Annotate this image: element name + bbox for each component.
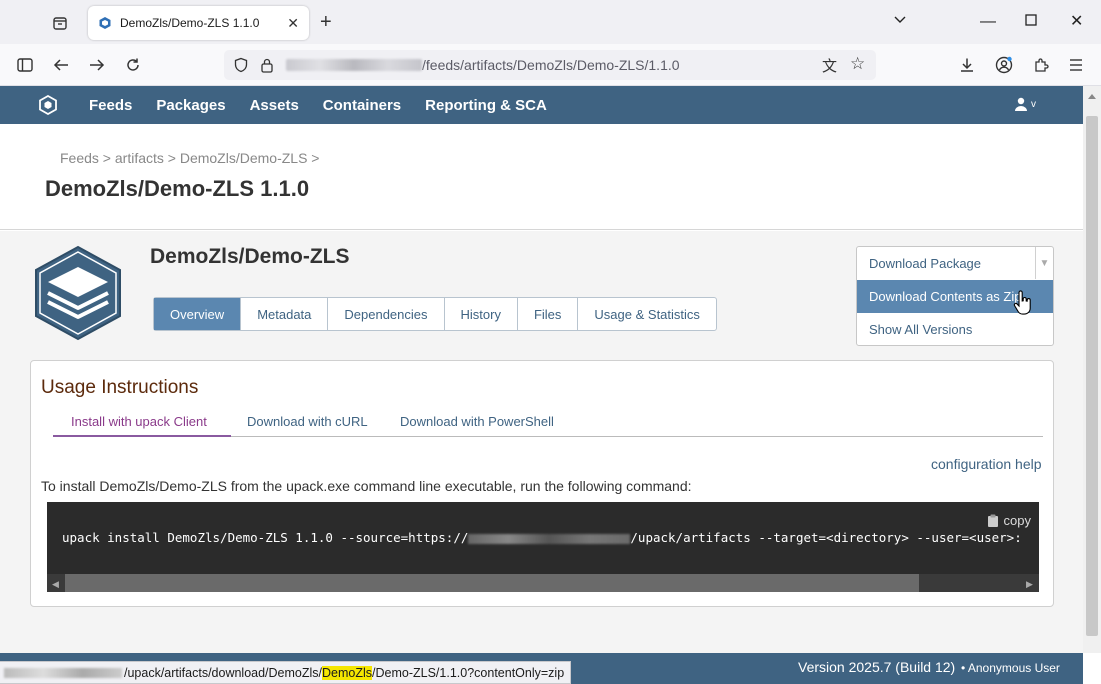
subtab-curl[interactable]: Download with cURL	[247, 414, 368, 429]
download-zip-label: Download Contents as Zip	[869, 289, 1022, 304]
tab-list-icon[interactable]	[48, 12, 72, 34]
active-subtab-underline	[53, 435, 231, 437]
tab-history[interactable]: History	[445, 298, 518, 330]
back-icon[interactable]	[50, 54, 72, 76]
dropdown-caret-icon[interactable]: ▼	[1035, 247, 1053, 279]
status-url-pre: /upack/artifacts/download/DemoZls/	[124, 665, 323, 680]
tab-files[interactable]: Files	[518, 298, 579, 330]
tab-metadata[interactable]: Metadata	[241, 298, 329, 330]
version-text: Version 2025.7 (Build 12)	[798, 659, 956, 675]
page-header: Feeds > artifacts > DemoZls/Demo-ZLS > D…	[0, 124, 1083, 230]
status-url-post: /Demo-ZLS/1.1.0?contentOnly=zip	[372, 665, 565, 680]
usage-title: Usage Instructions	[41, 377, 199, 398]
downloads-icon[interactable]	[956, 54, 978, 76]
copy-button[interactable]: copy	[987, 513, 1031, 528]
bookmark-star-icon[interactable]: ☆	[850, 54, 865, 74]
scroll-up-icon[interactable]	[1088, 94, 1096, 99]
usage-instructions-panel: Usage Instructions Install with upack Cl…	[30, 360, 1054, 607]
install-command[interactable]: upack install DemoZls/Demo-ZLS 1.1.0 --s…	[62, 530, 1022, 545]
copy-label: copy	[1003, 513, 1031, 528]
subtab-powershell[interactable]: Download with PowerShell	[400, 414, 554, 429]
browser-nav-bar: /feeds/artifacts/DemoZls/Demo-ZLS/1.1.0 …	[0, 44, 1101, 86]
tab-close-icon[interactable]: ✕	[287, 15, 299, 32]
browser-tab-bar: DemoZls/Demo-ZLS 1.1.0 ✕ + — ✕	[0, 0, 1101, 44]
anonymous-user-text: • Anonymous User	[961, 661, 1060, 675]
command-code-block: copy upack install DemoZls/Demo-ZLS 1.1.…	[47, 502, 1039, 592]
package-layers-icon	[35, 245, 121, 341]
forward-icon[interactable]	[86, 54, 108, 76]
command-suffix: /upack/artifacts --target=<directory> --…	[630, 530, 1022, 545]
download-package-button[interactable]: Download Package	[857, 247, 1053, 280]
show-all-versions-item[interactable]: Show All Versions	[857, 313, 1053, 346]
page-scrollbar[interactable]	[1083, 86, 1101, 653]
nav-assets[interactable]: Assets	[250, 97, 299, 114]
extensions-icon[interactable]	[1030, 54, 1052, 76]
breadcrumb[interactable]: Feeds > artifacts > DemoZls/Demo-ZLS >	[60, 150, 319, 166]
nav-packages[interactable]: Packages	[156, 97, 225, 114]
scrollbar-thumb[interactable]	[1086, 116, 1098, 636]
user-menu[interactable]: v	[1014, 97, 1036, 111]
nav-containers[interactable]: Containers	[323, 97, 401, 114]
close-window-icon[interactable]: ✕	[1070, 12, 1083, 32]
nav-feeds[interactable]: Feeds	[89, 97, 132, 114]
user-caret: v	[1031, 98, 1036, 110]
download-package-label: Download Package	[869, 256, 982, 271]
tab-title: DemoZls/Demo-ZLS 1.1.0	[120, 16, 260, 30]
package-name: DemoZls/Demo-ZLS	[150, 245, 350, 268]
sidebar-toggle-icon[interactable]	[14, 54, 36, 76]
user-icon	[1015, 97, 1027, 111]
page-title: DemoZls/Demo-ZLS 1.1.0	[45, 176, 310, 201]
address-bar[interactable]: /feeds/artifacts/DemoZls/Demo-ZLS/1.1.0 …	[224, 50, 876, 80]
browser-tab[interactable]: DemoZls/Demo-ZLS 1.1.0 ✕	[88, 6, 309, 40]
scroll-right-icon[interactable]: ▶	[1026, 579, 1033, 590]
redacted-host	[4, 667, 122, 678]
proget-logo-icon[interactable]	[38, 95, 58, 115]
subtab-upack-client[interactable]: Install with upack Client	[71, 414, 207, 429]
shield-icon[interactable]	[233, 57, 249, 73]
tab-overflow-icon[interactable]	[893, 12, 907, 32]
lock-icon[interactable]	[260, 57, 274, 73]
configuration-help-link[interactable]: configuration help	[931, 456, 1042, 472]
menu-icon[interactable]	[1065, 54, 1087, 76]
code-scrollbar-thumb[interactable]	[65, 574, 919, 592]
status-url-highlight: DemoZls	[322, 665, 373, 680]
redacted-host	[468, 533, 631, 544]
proget-favicon-icon	[99, 17, 111, 29]
account-icon[interactable]	[993, 54, 1015, 76]
link-status-bar: /upack/artifacts/download/DemoZls/DemoZl…	[0, 661, 572, 684]
minimize-icon[interactable]: —	[980, 12, 996, 32]
app-nav-bar: Feeds Packages Assets Containers Reporti…	[0, 86, 1083, 124]
maximize-icon[interactable]	[1025, 12, 1037, 32]
install-instructions-text: To install DemoZls/Demo-ZLS from the upa…	[41, 478, 692, 494]
reload-icon[interactable]	[122, 54, 144, 76]
tab-usage-statistics[interactable]: Usage & Statistics	[578, 298, 716, 330]
code-horizontal-scrollbar[interactable]: ◀ ▶	[47, 574, 1039, 592]
usage-subtabs: Install with upack Client Download with …	[53, 405, 1043, 437]
nav-reporting[interactable]: Reporting & SCA	[425, 97, 547, 114]
package-tabs: Overview Metadata Dependencies History F…	[153, 297, 717, 331]
main-menu: Feeds Packages Assets Containers Reporti…	[89, 86, 571, 124]
redacted-host	[286, 59, 422, 71]
command-prefix: upack install DemoZls/Demo-ZLS 1.1.0 --s…	[62, 530, 469, 545]
show-all-versions-label: Show All Versions	[869, 322, 973, 337]
tab-dependencies[interactable]: Dependencies	[328, 298, 445, 330]
hand-cursor-icon	[1013, 290, 1031, 315]
url-path: /feeds/artifacts/DemoZls/Demo-ZLS/1.1.0	[422, 57, 680, 73]
clipboard-icon	[987, 514, 998, 527]
scroll-left-icon[interactable]: ◀	[52, 579, 59, 590]
new-tab-icon[interactable]: +	[320, 11, 332, 33]
tab-overview[interactable]: Overview	[154, 298, 242, 330]
translate-icon[interactable]: 文	[822, 55, 837, 76]
